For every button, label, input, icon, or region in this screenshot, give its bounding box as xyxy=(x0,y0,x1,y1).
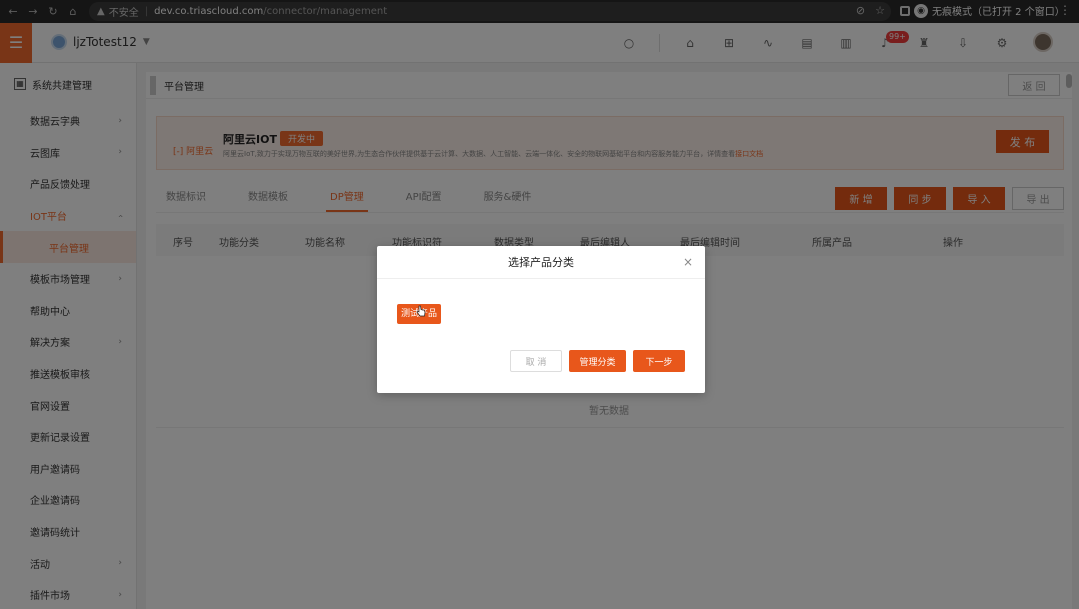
dialog-header: 选择产品分类 × xyxy=(377,246,705,279)
next-step-button[interactable]: 下一步 xyxy=(633,350,685,372)
dialog-title: 选择产品分类 xyxy=(508,256,574,269)
manage-category-button[interactable]: 管理分类 xyxy=(569,350,626,372)
close-icon[interactable]: × xyxy=(683,246,693,279)
hand-cursor-icon xyxy=(416,305,426,317)
cancel-button[interactable]: 取 消 xyxy=(510,350,562,372)
select-category-dialog: 选择产品分类 × 测试产品 取 消 管理分类 下一步 xyxy=(377,246,705,393)
